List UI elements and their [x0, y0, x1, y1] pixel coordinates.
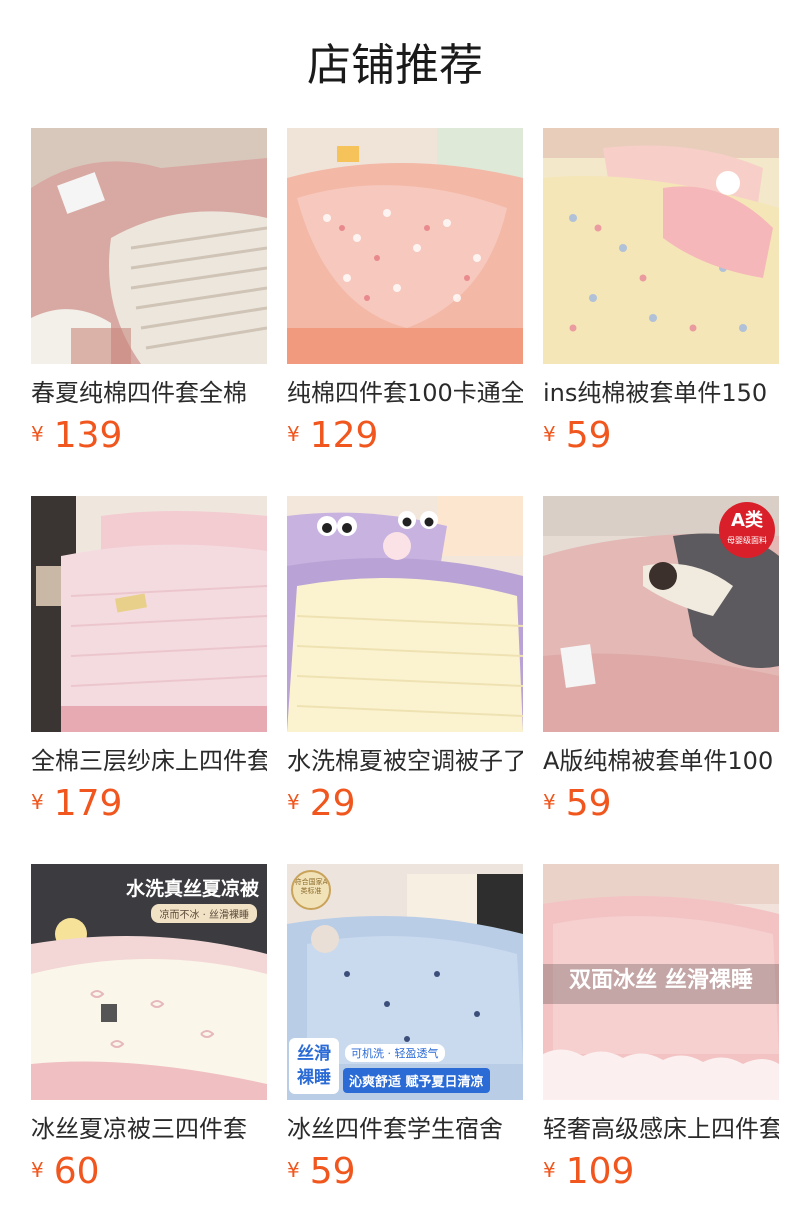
currency-symbol: ¥ [543, 422, 556, 446]
price-amount: 139 [53, 415, 123, 456]
badge-line-2: 裸睡 [297, 1068, 331, 1088]
section-title: 店铺推荐 [307, 40, 483, 91]
price-amount: 109 [565, 1151, 635, 1192]
currency-symbol: ¥ [287, 1158, 300, 1182]
badge-main: A类 [731, 510, 763, 531]
product-image[interactable]: 符合国家A类标准 丝滑 裸睡 可机洗 · 轻盈透气 沁爽舒适 赋予夏日清凉 [287, 864, 523, 1100]
a-class-badge-icon: A类 母婴级面料 [719, 502, 775, 558]
bedding-image [543, 128, 779, 364]
badge-line-1: 丝滑 [297, 1044, 331, 1064]
currency-symbol: ¥ [287, 790, 300, 814]
product-name[interactable]: 轻奢高级感床上四件套 [543, 1112, 779, 1146]
product-price: ¥59 [287, 1150, 356, 1194]
currency-symbol: ¥ [543, 790, 556, 814]
product-name[interactable]: 水洗棉夏被空调被子了 [287, 744, 523, 778]
currency-symbol: ¥ [31, 422, 44, 446]
bedding-image [31, 128, 267, 364]
price-amount: 60 [53, 1151, 100, 1192]
silk-badge: 丝滑 裸睡 [289, 1038, 339, 1094]
certification-stamp-icon: 符合国家A类标准 [291, 870, 331, 910]
product-image[interactable]: A类 母婴级面料 [543, 496, 779, 732]
product-image[interactable]: 水洗真丝夏凉被 凉而不冰 · 丝滑裸睡 [31, 864, 267, 1100]
product-image[interactable] [543, 128, 779, 364]
product-name[interactable]: 冰丝夏凉被三四件套 [31, 1112, 267, 1146]
product-price: ¥29 [287, 782, 356, 826]
product-price: ¥139 [31, 414, 122, 458]
bedding-image [31, 496, 267, 732]
product-image[interactable] [287, 496, 523, 732]
overlay-headline: 水洗真丝夏凉被 [125, 878, 259, 900]
product-price: ¥109 [543, 1150, 634, 1194]
product-price: ¥129 [287, 414, 378, 458]
product-name[interactable]: 全棉三层纱床上四件套 [31, 744, 267, 778]
product-price: ¥59 [543, 782, 612, 826]
currency-symbol: ¥ [543, 1158, 556, 1182]
price-amount: 179 [53, 783, 123, 824]
price-amount: 59 [565, 783, 612, 824]
price-amount: 59 [565, 415, 612, 456]
feature-tag-1: 可机洗 · 轻盈透气 [345, 1044, 445, 1062]
product-price: ¥60 [31, 1150, 100, 1194]
currency-symbol: ¥ [31, 790, 44, 814]
product-name[interactable]: A版纯棉被套单件100 [543, 744, 779, 778]
badge-sub: 母婴级面料 [727, 536, 767, 545]
product-image[interactable]: 双面冰丝 丝滑裸睡 [543, 864, 779, 1100]
overlay-tagline: 凉而不冰 · 丝滑裸睡 [151, 904, 257, 923]
product-price: ¥59 [543, 414, 612, 458]
feature-tag-2: 沁爽舒适 赋予夏日清凉 [343, 1068, 490, 1093]
price-amount: 59 [309, 1151, 356, 1192]
product-name[interactable]: 冰丝四件套学生宿舍 [287, 1112, 523, 1146]
product-image[interactable] [31, 128, 267, 364]
price-amount: 129 [309, 415, 379, 456]
product-image[interactable] [31, 496, 267, 732]
product-name[interactable]: 春夏纯棉四件套全棉 [31, 376, 267, 410]
product-name[interactable]: ins纯棉被套单件150 [543, 376, 779, 410]
product-image[interactable] [287, 128, 523, 364]
currency-symbol: ¥ [287, 422, 300, 446]
bedding-image [287, 128, 523, 364]
bedding-image [287, 496, 523, 732]
currency-symbol: ¥ [31, 1158, 44, 1182]
price-amount: 29 [309, 783, 356, 824]
product-name[interactable]: 纯棉四件套100卡通全 [287, 376, 523, 410]
overlay-banner: 双面冰丝 丝滑裸睡 [569, 968, 753, 993]
product-price: ¥179 [31, 782, 122, 826]
